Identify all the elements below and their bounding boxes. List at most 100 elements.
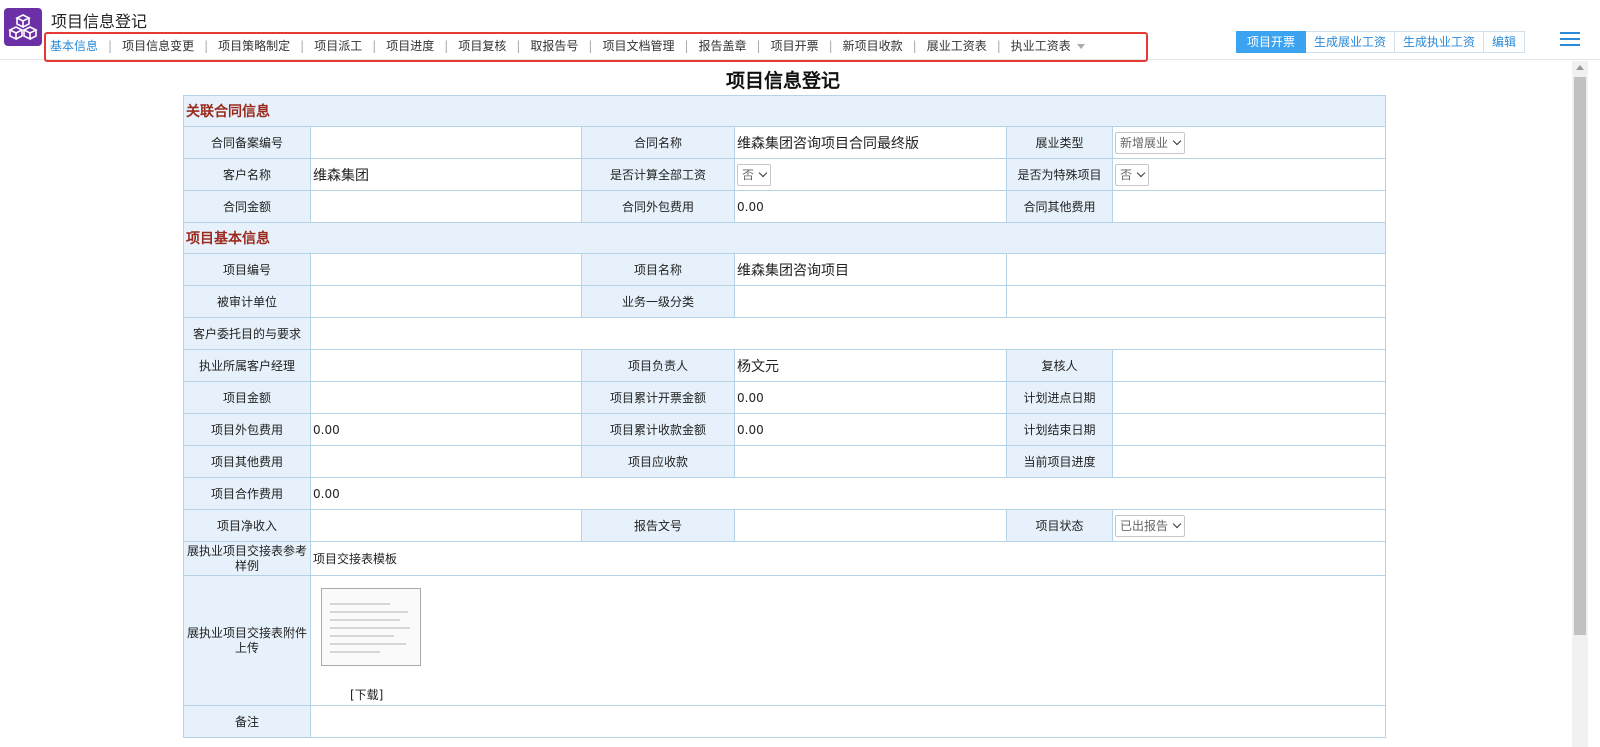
project-outsource-value: 0.00 [310, 413, 582, 446]
special-project-select[interactable]: 否 [1115, 163, 1150, 186]
nav-separator: | [444, 39, 449, 53]
select-value: 否 [1120, 168, 1133, 182]
tab-report-number[interactable]: 取报告号 [530, 35, 578, 57]
current-progress-value [1111, 445, 1387, 478]
table-row: 客户委托目的与要求 [183, 317, 1387, 350]
table-row: 项目编号 项目名称 维森集团咨询项目 [183, 253, 1387, 286]
table-row: 项目外包费用 0.00 项目累计收款金额 0.00 计划结束日期 [183, 413, 1387, 446]
scrollbar-thumb[interactable] [1574, 77, 1586, 635]
table-row: 项目净收入 报告文号 项目状态 已出报告 [183, 509, 1387, 542]
app-header: 项目信息登记 基本信息 | 项目信息变更 | 项目策略制定 | 项目派工 | 项… [0, 0, 1600, 62]
tab-info-change[interactable]: 项目信息变更 [122, 35, 194, 57]
tab-strategy[interactable]: 项目策略制定 [218, 35, 290, 57]
tab-documents[interactable]: 项目文档管理 [602, 35, 674, 57]
nav-separator: | [108, 39, 113, 53]
report-no-value [734, 509, 1007, 542]
attachment-thumbnail[interactable] [321, 588, 421, 666]
blank-cell [1005, 253, 1387, 286]
menu-line [1560, 44, 1580, 46]
download-link[interactable]: [下载] [350, 686, 1383, 703]
planned-start-value [1111, 381, 1387, 414]
section-contract: 关联合同信息 [182, 95, 1387, 127]
edit-button[interactable]: 编辑 [1484, 31, 1526, 53]
field-label: 合同外包费用 [581, 190, 735, 223]
field-label: 合同其他费用 [1006, 190, 1113, 223]
nav-separator: | [204, 39, 209, 53]
project-other-value [310, 445, 582, 478]
tab-report-stamp[interactable]: 报告盖章 [699, 35, 747, 57]
thumb-line [330, 627, 410, 629]
field-label: 合同金额 [183, 190, 311, 223]
field-label: 业务一级分类 [581, 285, 735, 318]
field-label: 执业所属客户经理 [183, 349, 311, 382]
tab-zhanye-wages[interactable]: 展业工资表 [927, 35, 987, 57]
contract-name-text: 维森集团咨询项目合同最终版 [737, 135, 919, 152]
handover-template-link[interactable]: 项目交接表模板 [313, 552, 397, 566]
field-label: 展执业项目交接表附件上传 [183, 575, 311, 706]
client-name-text: 维森集团 [313, 167, 369, 184]
invoiced-total-value: 0.00 [734, 381, 1007, 414]
nav-separator: | [516, 39, 521, 53]
field-label: 项目负责人 [581, 349, 735, 382]
menu-line [1560, 38, 1580, 40]
tab-progress[interactable]: 项目进度 [386, 35, 434, 57]
field-label: 项目编号 [183, 253, 311, 286]
nav-separator: | [996, 39, 1001, 53]
project-amount-value [310, 381, 582, 414]
more-tabs-caret-icon[interactable] [1076, 43, 1085, 49]
field-label: 备注 [183, 705, 311, 738]
tab-zhiye-wages[interactable]: 执业工资表 [1011, 35, 1071, 57]
nav-separator: | [912, 39, 917, 53]
thumb-line [330, 619, 400, 621]
field-label: 复核人 [1006, 349, 1113, 382]
chevron-down-icon [1172, 136, 1182, 145]
project-form-table: 关联合同信息 合同备案编号 合同名称 维森集团咨询项目合同最终版 展业类型 新增… [182, 95, 1387, 738]
field-label: 项目金额 [183, 381, 311, 414]
field-label: 计划进点日期 [1006, 381, 1113, 414]
client-purpose-value [309, 317, 1387, 350]
table-row: 执业所属客户经理 项目负责人 杨文元 复核人 [183, 349, 1387, 382]
contract-amount-value [310, 190, 582, 223]
contract-outsource-value: 0.00 [734, 190, 1007, 223]
tab-basic-info[interactable]: 基本信息 [50, 35, 98, 57]
field-label: 计划结束日期 [1006, 413, 1113, 446]
project-leader-value: 杨文元 [734, 349, 1007, 382]
generate-zhanye-wage-button[interactable]: 生成展业工资 [1306, 31, 1396, 53]
invoice-button[interactable]: 项目开票 [1236, 31, 1307, 53]
business-type-select[interactable]: 新增展业 [1115, 131, 1186, 154]
thumb-line [330, 651, 380, 653]
audited-unit-value [310, 285, 582, 318]
chevron-down-icon [1136, 168, 1146, 177]
chevron-down-icon [758, 168, 768, 177]
tab-invoice[interactable]: 项目开票 [771, 35, 819, 57]
table-row: 展执业项目交接表参考样例 项目交接表模板 [183, 541, 1387, 576]
project-status-select[interactable]: 已出报告 [1115, 514, 1186, 537]
thumb-line [330, 635, 394, 637]
select-value: 新增展业 [1120, 136, 1169, 150]
tab-new-collection[interactable]: 新项目收款 [843, 35, 903, 57]
project-no-value [310, 253, 582, 286]
vertical-scrollbar[interactable] [1572, 61, 1588, 747]
table-row: 备注 [183, 705, 1387, 738]
contract-name-value: 维森集团咨询项目合同最终版 [734, 126, 1007, 159]
table-row: 合同金额 合同外包费用 0.00 合同其他费用 [183, 190, 1387, 223]
list-menu-icon[interactable] [1560, 32, 1580, 50]
tab-dispatch[interactable]: 项目派工 [314, 35, 362, 57]
field-label: 被审计单位 [183, 285, 311, 318]
client-name-value: 维森集团 [310, 158, 582, 191]
generate-zhiye-wage-button[interactable]: 生成执业工资 [1395, 31, 1485, 53]
calc-all-wages-select[interactable]: 否 [737, 163, 772, 186]
thumb-line [330, 643, 406, 645]
field-label: 项目应收款 [581, 445, 735, 478]
received-total-value: 0.00 [734, 413, 1007, 446]
special-project-cell: 否 [1111, 158, 1387, 191]
section-project: 项目基本信息 [182, 222, 1387, 254]
thumb-line [330, 603, 390, 605]
field-label: 客户委托目的与要求 [183, 317, 311, 350]
app-title: 项目信息登记 [51, 12, 148, 31]
scroll-up-arrow-icon[interactable] [1576, 65, 1584, 70]
calc-all-wages-cell: 否 [734, 158, 1007, 191]
tab-review[interactable]: 项目复核 [458, 35, 506, 57]
main-content: 项目信息登记 关联合同信息 合同备案编号 合同名称 维森集团咨询项目合同最终版 … [0, 61, 1566, 747]
project-leader-text: 杨文元 [737, 358, 779, 375]
